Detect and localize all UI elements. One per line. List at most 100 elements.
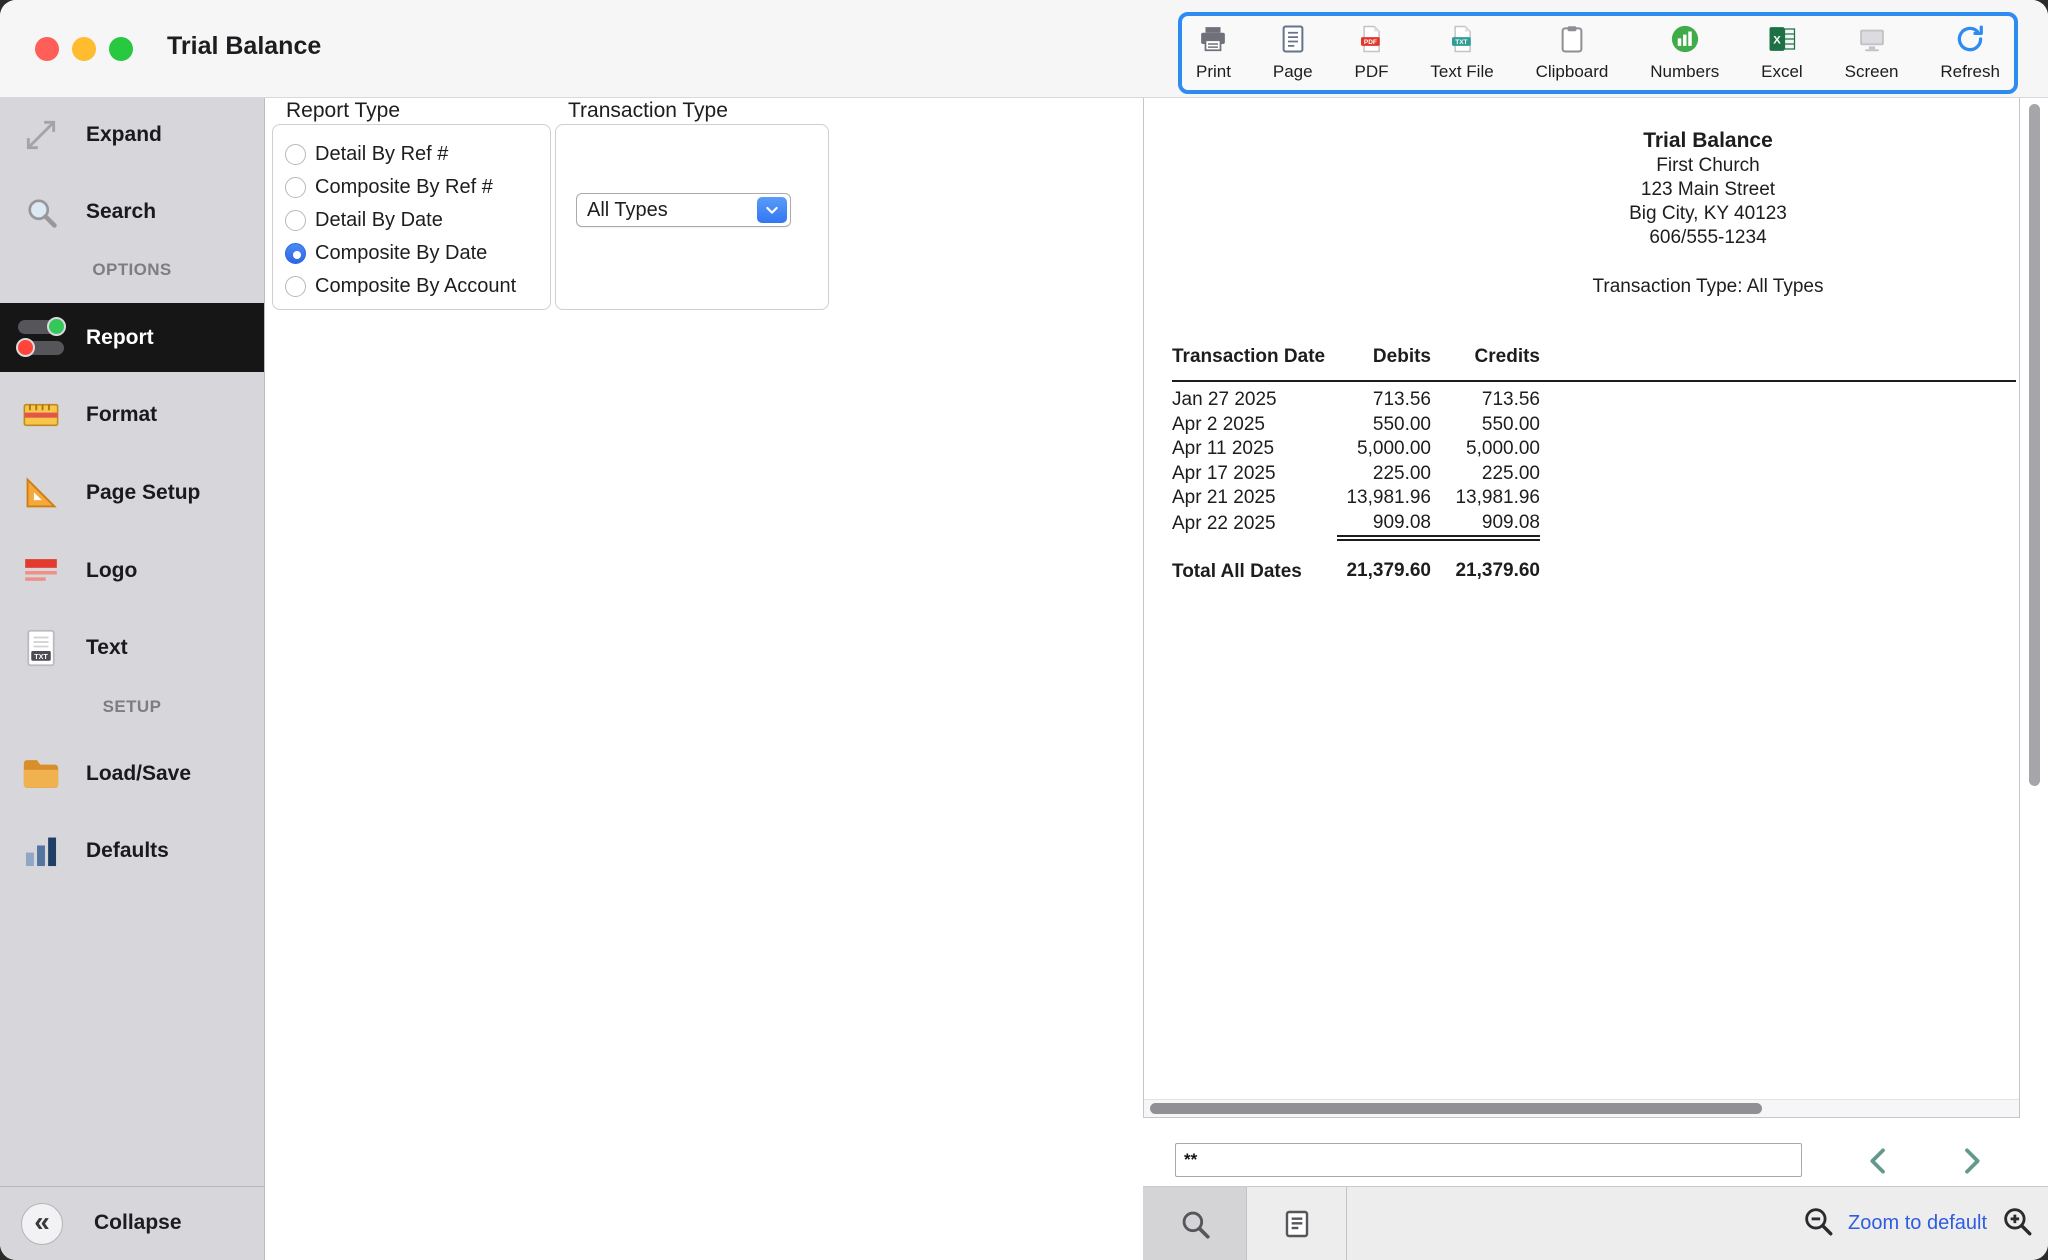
vertical-scrollbar-thumb[interactable] [2029,104,2040,786]
magnifier-icon [1178,1207,1212,1241]
refresh-icon [1955,24,1985,59]
clipboard-icon [1557,24,1587,59]
folder-icon [18,756,64,792]
radio-button[interactable] [285,276,306,297]
app-window: Trial Balance Print Page PDF PDF TXT Tex… [0,0,2048,1260]
sidebar-item-label: Expand [86,123,162,147]
sidebar-item-label: Format [86,403,157,427]
radio-composite-by-account[interactable]: Composite By Account [285,270,550,303]
toolbar-label: Print [1196,62,1231,82]
sidebar-item-load-save[interactable]: Load/Save [0,744,264,804]
toolbar-label: Excel [1761,62,1803,82]
excel-button[interactable]: X Excel [1761,24,1803,82]
sidebar-item-text[interactable]: TXT Text [0,618,264,678]
document-lines-icon [1281,1208,1313,1240]
sidebar-item-label: Text [86,636,128,660]
report-header: Trial Balance First Church 123 Main Stre… [1144,128,2020,299]
sidebar-item-search[interactable]: Search [0,182,264,242]
report-title: Trial Balance [1144,128,2020,154]
radio-composite-by-date[interactable]: Composite By Date [285,237,550,270]
report-transaction-line: Transaction Type: All Types [1144,275,2020,299]
transaction-type-dropdown[interactable]: All Types [576,193,791,227]
numbers-icon [1670,24,1700,59]
sidebar-item-defaults[interactable]: Defaults [0,821,264,881]
sidebar-item-page-setup[interactable]: Page Setup [0,463,264,523]
tab-magnifier[interactable] [1143,1187,1247,1260]
column-header: Credits [1431,346,1540,381]
radio-detail-by-ref[interactable]: Detail By Ref # [285,138,550,171]
table-header-row: Transaction Date Debits Credits [1172,346,2016,381]
toolbar-label: Screen [1845,62,1899,82]
sidebar-item-logo[interactable]: Logo [0,541,264,601]
report-city: Big City, KY 40123 [1144,202,2020,226]
search-icon [18,194,64,230]
text-file-icon: TXT [1447,24,1477,59]
collapse-button[interactable]: Collapse [94,1211,182,1235]
chevron-right-icon [1955,1145,1987,1177]
radio-button-selected[interactable] [285,243,306,264]
table-row: Apr 11 2025 5,000.00 5,000.00 [1172,437,2016,462]
radio-label: Detail By Date [315,209,443,232]
radio-button[interactable] [285,177,306,198]
svg-text:X: X [1773,34,1781,46]
clipboard-button[interactable]: Clipboard [1536,24,1609,82]
radio-label: Detail By Ref # [315,143,448,166]
pdf-file-icon: PDF [1356,24,1386,59]
refresh-button[interactable]: Refresh [1940,24,2000,82]
radio-composite-by-ref[interactable]: Composite By Ref # [285,171,550,204]
zoom-window-button[interactable] [109,37,133,61]
print-button[interactable]: Print [1196,24,1231,82]
table-row: Apr 22 2025 909.08 909.08 [1172,511,2016,539]
toolbar-label: Page [1273,62,1313,82]
logo-icon [18,552,64,590]
chevron-down-icon[interactable] [757,197,787,223]
report-type-group: Detail By Ref # Composite By Ref # Detai… [272,124,551,310]
radio-button[interactable] [285,210,306,231]
toggles-icon [18,320,64,355]
zoom-out-icon[interactable] [1801,1204,1835,1243]
text-file-button[interactable]: TXT Text File [1430,24,1493,82]
sidebar-item-report[interactable]: Report [0,303,264,372]
excel-icon: X [1767,24,1797,59]
previous-page-button[interactable] [1862,1144,1896,1178]
toolbar-label: Text File [1430,62,1493,82]
sidebar-item-label: Report [86,326,154,350]
horizontal-scrollbar[interactable] [1144,1099,2019,1117]
screen-button[interactable]: Screen [1845,24,1899,82]
radio-label: Composite By Account [315,275,516,298]
report-phone: 606/555-1234 [1144,226,2020,250]
transaction-type-group: All Types [555,124,829,310]
collapse-icon[interactable]: « [21,1203,63,1245]
table-total-row: Total All Dates 21,379.60 21,379.60 [1172,538,2016,585]
sidebar-item-label: Page Setup [86,481,200,505]
sidebar-item-label: Load/Save [86,762,191,786]
table-row: Jan 27 2025 713.56 713.56 [1172,381,2016,413]
minimize-button[interactable] [72,37,96,61]
toolbar-label: Numbers [1650,62,1719,82]
numbers-button[interactable]: Numbers [1650,24,1719,82]
table-row: Apr 2 2025 550.00 550.00 [1172,413,2016,438]
sidebar-item-expand[interactable]: Expand [0,105,264,165]
zoom-to-default-link[interactable]: Zoom to default [1848,1212,1987,1235]
svg-text:PDF: PDF [1364,39,1377,46]
page-button[interactable]: Page [1273,24,1313,82]
tab-text-view[interactable] [1247,1187,1347,1260]
radio-detail-by-date[interactable]: Detail By Date [285,204,550,237]
preview-footer-bar: Zoom to default [1143,1186,2048,1260]
next-page-button[interactable] [1954,1144,1988,1178]
close-button[interactable] [35,37,59,61]
svg-text:TXT: TXT [1455,39,1467,46]
report-address: 123 Main Street [1144,178,2020,202]
sidebar-section-options: OPTIONS [0,260,264,280]
radio-button[interactable] [285,144,306,165]
sidebar-item-label: Defaults [86,839,169,863]
pdf-button[interactable]: PDF PDF [1354,24,1388,82]
toolbar-label: Clipboard [1536,62,1609,82]
zoom-in-icon[interactable] [2000,1204,2034,1243]
report-type-label: Report Type [286,99,400,123]
sidebar-item-format[interactable]: Format [0,385,264,445]
horizontal-scrollbar-thumb[interactable] [1150,1103,1762,1114]
preview-search-input[interactable] [1175,1143,1802,1177]
window-title: Trial Balance [167,32,321,61]
column-header: Debits [1337,346,1431,381]
